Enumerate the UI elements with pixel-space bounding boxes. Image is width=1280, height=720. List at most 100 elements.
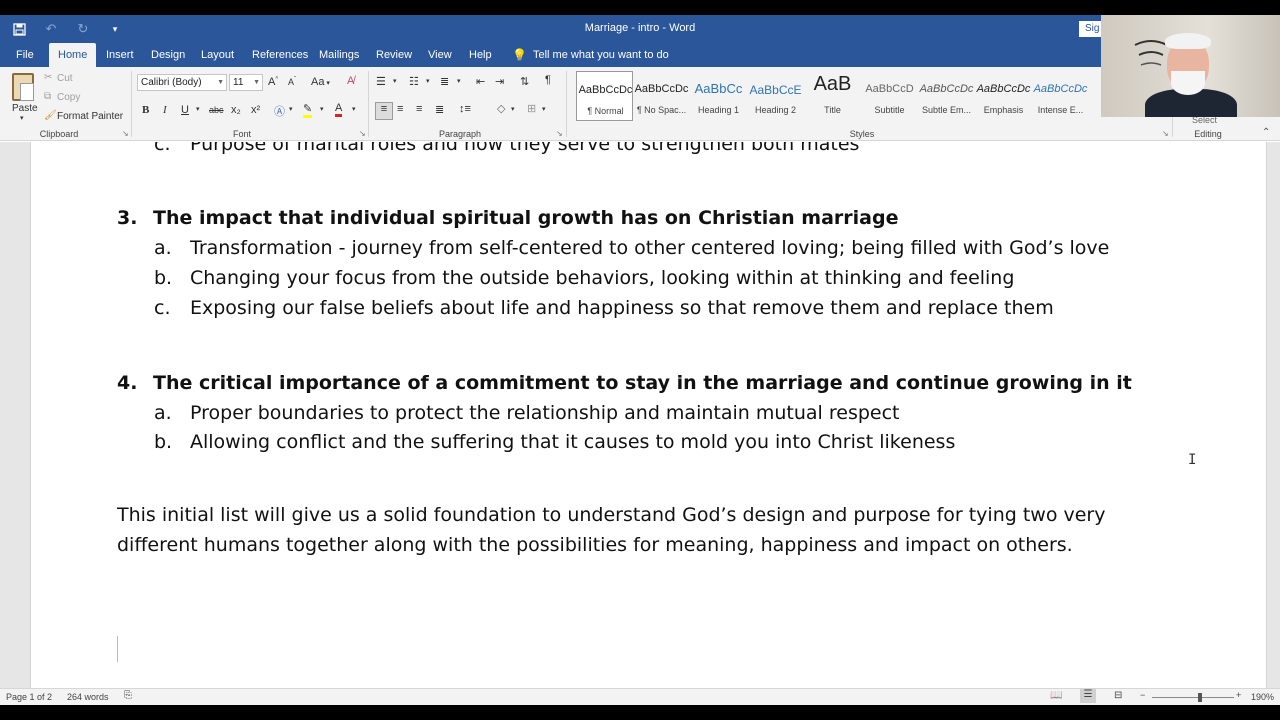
font-launcher-icon[interactable]: ↘: [359, 129, 366, 138]
chevron-down-icon[interactable]: ▾: [393, 77, 397, 85]
web-layout-icon[interactable]: ⊟: [1114, 690, 1122, 701]
line-spacing-icon[interactable]: ↕≡: [459, 103, 471, 115]
zoom-in-icon[interactable]: +: [1236, 690, 1241, 700]
collapse-ribbon-icon[interactable]: ⌃: [1262, 127, 1270, 138]
underline-dropdown-icon[interactable]: ▾: [196, 105, 200, 113]
cut-icon: ✂: [44, 72, 53, 83]
numbering-icon[interactable]: ☷: [409, 75, 419, 88]
page-count[interactable]: Page 1 of 2: [6, 692, 52, 702]
justify-icon[interactable]: ≣: [435, 103, 444, 116]
style-heading-1[interactable]: AaBbCc Heading 1: [690, 71, 747, 121]
font-size-select[interactable]: 11 ▼: [229, 74, 263, 91]
body-paragraph-line: different humans together along with the…: [117, 534, 1073, 556]
borders-icon[interactable]: ⊞: [527, 102, 536, 115]
chevron-down-icon[interactable]: ▾: [542, 105, 546, 113]
grow-font-icon[interactable]: A^: [268, 76, 278, 88]
tab-design[interactable]: Design: [151, 43, 185, 67]
tab-view[interactable]: View: [428, 43, 452, 67]
group-divider: [368, 71, 369, 137]
format-painter-button[interactable]: Format Painter: [57, 111, 123, 122]
tab-home[interactable]: Home: [49, 43, 97, 67]
style-emphasis[interactable]: AaBbCcDc Emphasis: [975, 71, 1032, 121]
highlight-icon[interactable]: ✎: [303, 102, 313, 118]
style-no-spacing[interactable]: AaBbCcDc ¶ No Spac...: [633, 71, 690, 121]
clear-formatting-icon[interactable]: A̸: [347, 75, 354, 87]
shading-icon[interactable]: ◇: [497, 102, 505, 115]
font-family-select[interactable]: Calibri (Body) ▼: [137, 74, 227, 91]
chevron-down-icon[interactable]: ▾: [426, 77, 430, 85]
paragraph-launcher-icon[interactable]: ↘: [556, 129, 563, 138]
superscript-button[interactable]: x²: [251, 104, 260, 116]
show-formatting-icon[interactable]: ¶: [545, 74, 551, 86]
read-mode-icon[interactable]: 📖: [1050, 690, 1062, 701]
style-heading-2[interactable]: AaBbCcE Heading 2: [747, 71, 804, 121]
style-normal[interactable]: AaBbCcDc ¶ Normal: [576, 71, 633, 121]
tab-review[interactable]: Review: [376, 43, 412, 67]
style-intense-emphasis[interactable]: AaBbCcDc Intense E...: [1032, 71, 1089, 121]
format-painter-icon: 🖌: [44, 110, 57, 121]
italic-button[interactable]: I: [163, 104, 167, 116]
cut-button[interactable]: Cut: [57, 73, 73, 84]
ribbon: Paste ▾ ✂ Cut ⧉ Copy 🖌 Format Painter Cl…: [0, 67, 1280, 141]
chevron-down-icon[interactable]: ▾: [457, 77, 461, 85]
style-subtle-emphasis[interactable]: AaBbCcDc Subtle Em...: [918, 71, 975, 121]
styles-group-label: Styles: [849, 129, 875, 139]
tab-mailings[interactable]: Mailings: [319, 43, 359, 67]
list-item: a. Proper boundaries to protect the rela…: [154, 402, 1254, 432]
align-left-icon[interactable]: ≡: [375, 102, 393, 120]
increase-indent-icon[interactable]: ⇥: [495, 75, 504, 88]
list-item: c. Purpose of marital roles and how they…: [154, 142, 1154, 163]
list-item: b. Allowing conflict and the suffering t…: [154, 431, 1254, 461]
styles-launcher-icon[interactable]: ↘: [1162, 129, 1169, 138]
chevron-down-icon[interactable]: ▾: [511, 105, 515, 113]
webcam-overlay: [1101, 15, 1280, 117]
proofing-icon[interactable]: ⎘: [124, 690, 132, 701]
paste-button[interactable]: Paste: [12, 103, 38, 114]
text-effects-icon[interactable]: Ⓐ: [274, 103, 285, 119]
tab-insert[interactable]: Insert: [106, 43, 134, 67]
list-heading-text: The impact that individual spiritual gro…: [153, 207, 899, 229]
font-color-button[interactable]: A: [335, 102, 343, 117]
multilevel-list-icon[interactable]: ≣: [440, 75, 449, 88]
tab-file[interactable]: File: [16, 43, 34, 67]
chevron-down-icon: ▼: [253, 79, 260, 86]
font-family-value: Calibri (Body): [141, 77, 202, 88]
zoom-slider[interactable]: [1152, 697, 1234, 698]
subscript-button[interactable]: x₂: [231, 104, 241, 116]
tab-layout[interactable]: Layout: [201, 43, 234, 67]
chevron-down-icon[interactable]: ▾: [320, 105, 324, 113]
shrink-font-icon[interactable]: Aˇ: [288, 77, 296, 87]
change-case-button[interactable]: Aa ▾: [311, 76, 330, 88]
underline-button[interactable]: U: [181, 104, 189, 116]
tab-references[interactable]: References: [252, 43, 308, 67]
copy-button[interactable]: Copy: [57, 92, 80, 103]
zoom-level[interactable]: 190%: [1251, 692, 1274, 702]
style-title[interactable]: AaB Title: [804, 71, 861, 121]
chevron-down-icon[interactable]: ▾: [352, 105, 356, 113]
style-name: ¶ Normal: [587, 106, 624, 116]
zoom-slider-thumb[interactable]: [1198, 693, 1202, 702]
clipboard-group-label: Clipboard: [39, 129, 79, 139]
styles-gallery: AaBbCcDc ¶ Normal AaBbCcDc ¶ No Spac... …: [574, 71, 1100, 127]
list-heading-text: The critical importance of a commitment …: [153, 372, 1132, 394]
bold-button[interactable]: B: [142, 104, 149, 116]
bullets-icon[interactable]: ☰: [376, 75, 386, 88]
tab-help[interactable]: Help: [469, 43, 492, 67]
print-layout-icon[interactable]: ☰: [1080, 689, 1096, 703]
paste-dropdown-icon[interactable]: ▾: [20, 114, 24, 122]
strikethrough-button[interactable]: abc: [209, 105, 224, 115]
tell-me-search[interactable]: Tell me what you want to do: [533, 43, 669, 67]
style-subtitle[interactable]: AaBbCcD Subtitle: [861, 71, 918, 121]
copy-icon: ⧉: [44, 91, 52, 102]
decrease-indent-icon[interactable]: ⇤: [476, 75, 485, 88]
paste-icon[interactable]: [12, 73, 34, 101]
body-paragraph-line: This initial list will give us a solid f…: [117, 504, 1106, 526]
sort-icon[interactable]: ⇅: [520, 75, 529, 88]
chevron-down-icon[interactable]: ▾: [289, 105, 293, 113]
zoom-out-icon[interactable]: −: [1140, 690, 1145, 700]
word-count[interactable]: 264 words: [67, 692, 109, 702]
clipboard-launcher-icon[interactable]: ↘: [122, 129, 129, 138]
align-center-icon[interactable]: ≡: [397, 103, 403, 115]
document-page[interactable]: c. Purpose of marital roles and how they…: [30, 142, 1267, 688]
align-right-icon[interactable]: ≡: [416, 103, 422, 115]
